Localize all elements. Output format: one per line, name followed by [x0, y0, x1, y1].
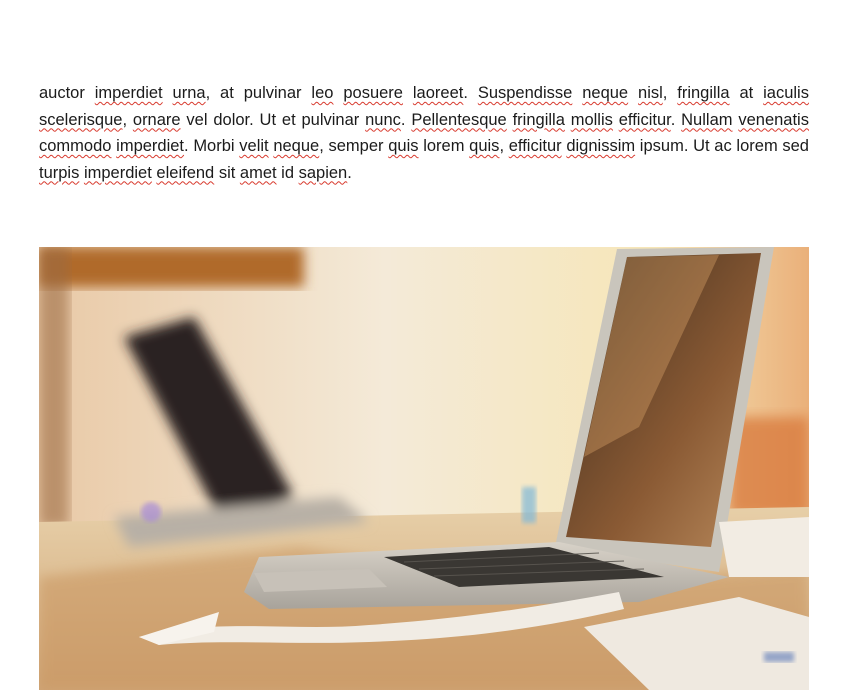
misspelled-word: dignissim: [566, 137, 636, 155]
misspelled-word: sapien: [298, 163, 348, 182]
misspelled-word: imperdiet: [94, 84, 163, 102]
text-run: id: [276, 163, 299, 182]
text-run: .: [347, 163, 352, 182]
misspelled-word: leo: [311, 84, 334, 102]
misspelled-word: ornare: [132, 110, 181, 129]
text-run: ,: [499, 137, 509, 155]
text-run: .: [400, 110, 412, 129]
text-run: ,: [662, 84, 678, 102]
text-run: auctor: [39, 84, 95, 102]
misspelled-word: posuere: [343, 84, 403, 102]
misspelled-word: scelerisque: [39, 110, 123, 129]
text-run: vel dolor. Ut et pulvinar: [180, 110, 366, 129]
misspelled-word: iaculis: [763, 84, 809, 102]
misspelled-word: laoreet: [412, 84, 464, 102]
text-run: .: [670, 110, 682, 129]
laptop-desk-photo[interactable]: [39, 247, 809, 690]
misspelled-word: Pellentesque: [411, 110, 507, 129]
misspelled-word: amet: [239, 163, 277, 182]
misspelled-word: turpis: [39, 163, 80, 182]
text-run: [572, 84, 582, 102]
text-run: [163, 84, 173, 102]
text-run: [333, 84, 343, 102]
text-run: sit: [214, 163, 240, 182]
misspelled-word: nunc: [365, 110, 401, 129]
misspelled-word: urna: [172, 84, 206, 102]
text-run: lorem: [418, 137, 470, 155]
text-run: ipsum. Ut ac lorem sed: [635, 137, 809, 155]
misspelled-word: velit: [239, 137, 269, 155]
body-paragraph[interactable]: auctor imperdiet urna, at pulvinar leo p…: [39, 80, 809, 186]
misspelled-word: eleifend: [156, 163, 215, 182]
misspelled-word: mollis: [570, 110, 613, 129]
misspelled-word: fringilla: [677, 84, 730, 102]
text-run: [403, 84, 413, 102]
misspelled-word: neque: [582, 84, 629, 102]
misspelled-word: nisl: [638, 84, 663, 102]
photo-illustration: [39, 247, 809, 690]
misspelled-word: quis: [388, 137, 419, 155]
misspelled-word: Suspendisse: [477, 84, 573, 102]
text-run: , semper: [319, 137, 389, 155]
misspelled-word: imperdiet: [83, 163, 152, 182]
misspelled-word: efficitur: [508, 137, 562, 155]
misspelled-word: quis: [469, 137, 500, 155]
misspelled-word: fringilla: [512, 110, 565, 129]
misspelled-word: venenatis: [738, 110, 809, 129]
misspelled-word: commodo: [39, 137, 112, 155]
misspelled-word: imperdiet: [116, 137, 185, 155]
text-run: ,: [122, 110, 133, 129]
text-run: [628, 84, 638, 102]
text-run: at: [729, 84, 764, 102]
misspelled-word: efficitur: [618, 110, 671, 129]
text-run: . Morbi: [184, 137, 240, 155]
document-page: auctor imperdiet urna, at pulvinar leo p…: [0, 0, 860, 690]
misspelled-word: Nullam: [681, 110, 733, 129]
misspelled-word: neque: [273, 137, 320, 155]
text-run: .: [463, 84, 478, 102]
text-run: , at pulvinar: [205, 84, 312, 102]
